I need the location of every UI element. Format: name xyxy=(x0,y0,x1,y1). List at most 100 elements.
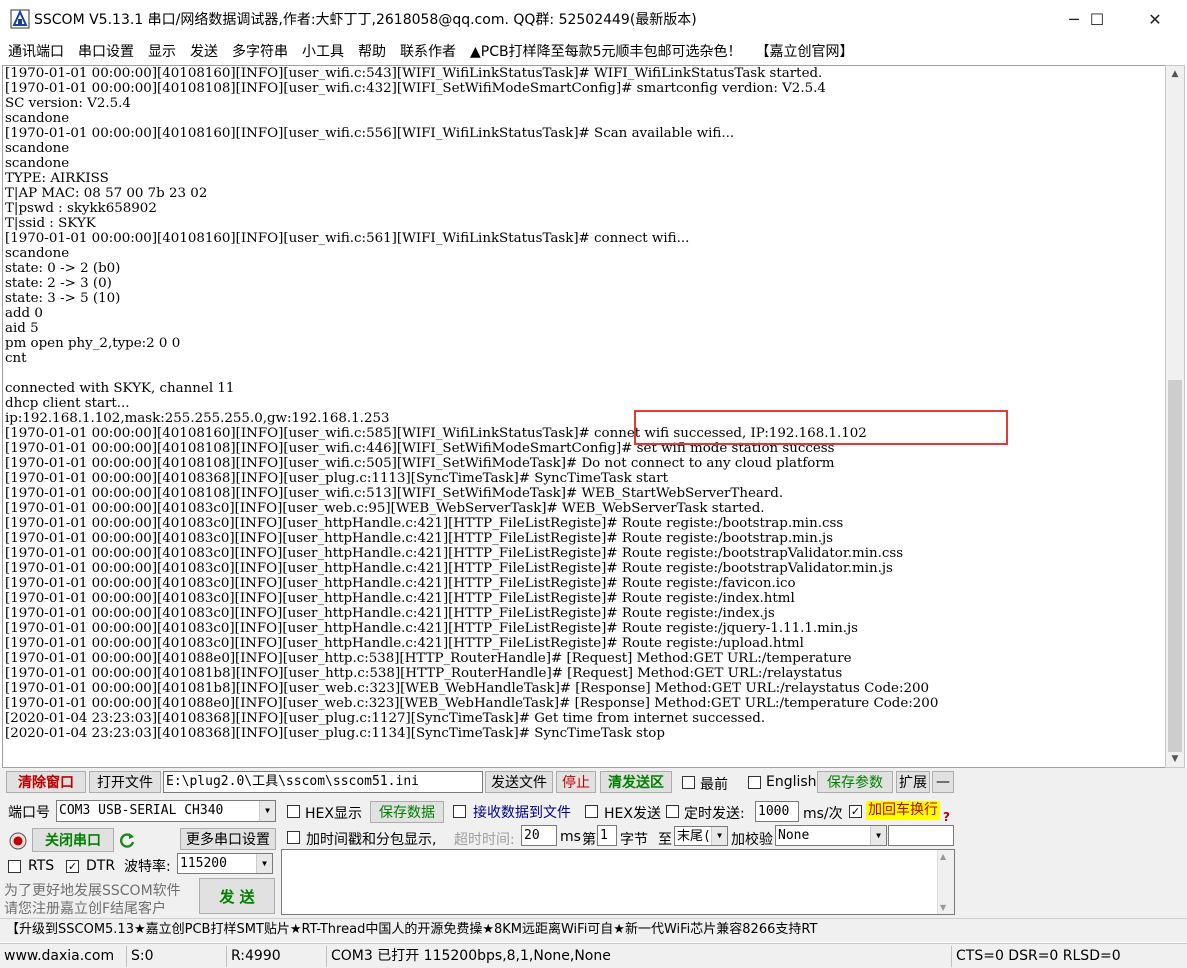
hex-display-checkbox[interactable] xyxy=(287,805,300,818)
baud-select[interactable]: 115200 ▼ xyxy=(177,853,273,874)
menu-display[interactable]: 显示 xyxy=(148,41,176,61)
byte-end-select[interactable]: 末尾( ▼ xyxy=(674,826,728,846)
byte-end-value: 末尾( xyxy=(677,829,711,844)
status-bar: www.daxia.com S:0 R:4990 COM3 已打开 115200… xyxy=(0,943,1187,968)
more-port-settings-button[interactable]: 更多串口设置 xyxy=(180,828,276,850)
terminal-scrollbar[interactable]: ▲ ▼ xyxy=(1165,65,1185,768)
checksum-select[interactable]: None ▼ xyxy=(775,825,887,846)
byte-start-input[interactable]: 1 xyxy=(597,825,617,846)
expand-button[interactable]: 扩展 xyxy=(896,771,930,793)
topmost-checkbox[interactable] xyxy=(682,776,695,789)
save-params-button[interactable]: 保存参数 xyxy=(817,771,893,793)
close-button[interactable]: ✕ xyxy=(1132,0,1178,38)
menu-contact-author[interactable]: 联系作者 xyxy=(400,41,456,61)
terminal-line: pm open phy_2,type:2 0 0 xyxy=(5,336,181,351)
terminal-line: scandone xyxy=(5,156,70,171)
save-data-button[interactable]: 保存数据 xyxy=(370,801,444,823)
file-path-field[interactable]: E:\plug2.0\工具\sscom\sscom51.ini xyxy=(163,771,483,793)
port-label: 端口号 xyxy=(8,805,50,821)
timestamp-checkbox[interactable] xyxy=(287,831,300,844)
highlight-box xyxy=(634,410,1008,445)
checksum-extra-field[interactable] xyxy=(888,825,954,846)
chevron-down-icon[interactable]: ▼ xyxy=(870,826,886,845)
ms-label: ms xyxy=(560,829,581,845)
menu-multi-string[interactable]: 多字符串 xyxy=(232,41,288,61)
promo-ticker[interactable]: 【升级到SSCOM5.13★嘉立创PCB打样SMT贴片★RT-Thread中国人… xyxy=(0,918,1187,942)
to-label: 至 xyxy=(658,832,672,848)
terminal-line: [1970-01-01 00:00:00][401083c0][INFO][us… xyxy=(5,591,795,606)
terminal-line: [2020-01-04 23:23:03][40108368][INFO][us… xyxy=(5,711,766,726)
collapse-button[interactable]: — xyxy=(932,771,954,793)
port-select[interactable]: COM3 USB-SERIAL CH340 ▼ xyxy=(56,800,276,822)
hex-send-checkbox[interactable] xyxy=(585,805,598,818)
terminal-line: scandone xyxy=(5,246,70,261)
dtr-checkbox[interactable]: ✓ xyxy=(66,860,79,873)
add-crlf-checkbox[interactable]: ✓ xyxy=(849,805,862,818)
open-file-button[interactable]: 打开文件 xyxy=(89,771,161,793)
terminal-line: [1970-01-01 00:00:00][40108160][INFO][us… xyxy=(5,126,735,141)
scroll-up-arrow-icon[interactable]: ▲ xyxy=(940,852,946,861)
close-port-button[interactable]: 关闭串口 xyxy=(32,828,114,852)
send-textarea[interactable]: ▲ ▼ xyxy=(281,849,955,915)
port-value: COM3 USB-SERIAL CH340 xyxy=(59,803,224,818)
terminal-line: [1970-01-01 00:00:00][401088e0][INFO][us… xyxy=(5,696,939,711)
rts-checkbox[interactable] xyxy=(8,860,21,873)
english-label: English xyxy=(766,774,817,790)
scroll-up-arrow-icon[interactable]: ▲ xyxy=(1166,66,1184,82)
interval-input[interactable]: 1000 xyxy=(755,801,799,822)
clear-window-button[interactable]: 清除窗口 xyxy=(6,771,86,793)
status-sent: S:0 xyxy=(126,946,226,967)
help-icon[interactable]: ? xyxy=(943,810,950,824)
scroll-down-arrow-icon[interactable]: ▼ xyxy=(940,903,946,912)
baud-label: 波特率: xyxy=(124,859,171,875)
promo-line-1: 为了更好地发展SSCOM软件 xyxy=(4,883,181,899)
app-icon xyxy=(10,9,30,29)
chevron-down-icon[interactable]: ▼ xyxy=(256,854,272,873)
hex-send-label: HEX发送 xyxy=(604,806,661,822)
terminal-line: [1970-01-01 00:00:00][40108160][INFO][us… xyxy=(5,66,823,81)
timeout-input[interactable]: 20 xyxy=(521,825,557,846)
terminal-line: [1970-01-01 00:00:00][40108108][INFO][us… xyxy=(5,486,784,501)
timestamp-label: 加时间戳和分包显示, xyxy=(306,832,437,848)
terminal-line: [1970-01-01 00:00:00][401083c0][INFO][us… xyxy=(5,546,904,561)
timed-send-checkbox[interactable] xyxy=(666,805,679,818)
terminal-line: add 0 xyxy=(5,306,43,321)
rts-label: RTS xyxy=(28,858,55,874)
title-bar: SSCOM V5.13.1 串口/网络数据调试器,作者:大虾丁丁,2618058… xyxy=(0,0,1187,38)
menu-comm-port[interactable]: 通讯端口 xyxy=(8,41,64,61)
recv-to-file-checkbox[interactable] xyxy=(453,805,466,818)
terminal-line: state: 2 -> 3 (0) xyxy=(5,276,112,291)
terminal-line: [1970-01-01 00:00:00][40108160][INFO][us… xyxy=(5,231,690,246)
menu-pcb-promo[interactable]: ▲PCB打样降至每款5元顺丰包邮可选杂色！ xyxy=(470,41,742,61)
menu-jlc-site[interactable]: 【嘉立创官网】 xyxy=(756,41,854,61)
terminal-line: T|pswd : skykk658902 xyxy=(5,201,157,216)
terminal-line: TYPE: AIRKISS xyxy=(5,171,109,186)
send-scrollbar[interactable]: ▲ ▼ xyxy=(937,850,954,914)
clear-send-button[interactable]: 清发送区 xyxy=(600,771,672,793)
terminal-line: [1970-01-01 00:00:00][401083c0][INFO][us… xyxy=(5,561,893,576)
chevron-down-icon[interactable]: ▼ xyxy=(711,827,727,845)
chevron-down-icon[interactable]: ▼ xyxy=(259,801,275,821)
scroll-down-arrow-icon[interactable]: ▼ xyxy=(1166,751,1184,767)
status-lines: CTS=0 DSR=0 RLSD=0 xyxy=(951,946,1187,967)
terminal-line: [1970-01-01 00:00:00][401083c0][INFO][us… xyxy=(5,576,796,591)
menu-help[interactable]: 帮助 xyxy=(358,41,386,61)
english-checkbox[interactable] xyxy=(748,776,761,789)
topmost-label: 最前 xyxy=(700,777,728,793)
maximize-button[interactable]: ☐ xyxy=(1074,0,1120,38)
terminal-line: T|AP MAC: 08 57 00 7b 23 02 xyxy=(5,186,208,201)
send-button[interactable]: 发 送 xyxy=(199,878,275,914)
send-file-button[interactable]: 发送文件 xyxy=(485,771,553,793)
menu-send[interactable]: 发送 xyxy=(190,41,218,61)
menu-port-settings[interactable]: 串口设置 xyxy=(78,41,134,61)
stop-button[interactable]: 停止 xyxy=(556,771,596,793)
status-url[interactable]: www.daxia.com xyxy=(0,946,126,967)
timeout-label: 超时时间: xyxy=(454,832,515,848)
scroll-thumb[interactable] xyxy=(1168,380,1182,752)
terminal-line: [1970-01-01 00:00:00][401083c0][INFO][us… xyxy=(5,516,844,531)
menu-tools[interactable]: 小工具 xyxy=(302,41,344,61)
terminal-line: [1970-01-01 00:00:00][40108108][INFO][us… xyxy=(5,456,835,471)
refresh-icon[interactable] xyxy=(118,831,136,849)
terminal-output: [1970-01-01 00:00:00][40108160][INFO][us… xyxy=(5,66,938,741)
